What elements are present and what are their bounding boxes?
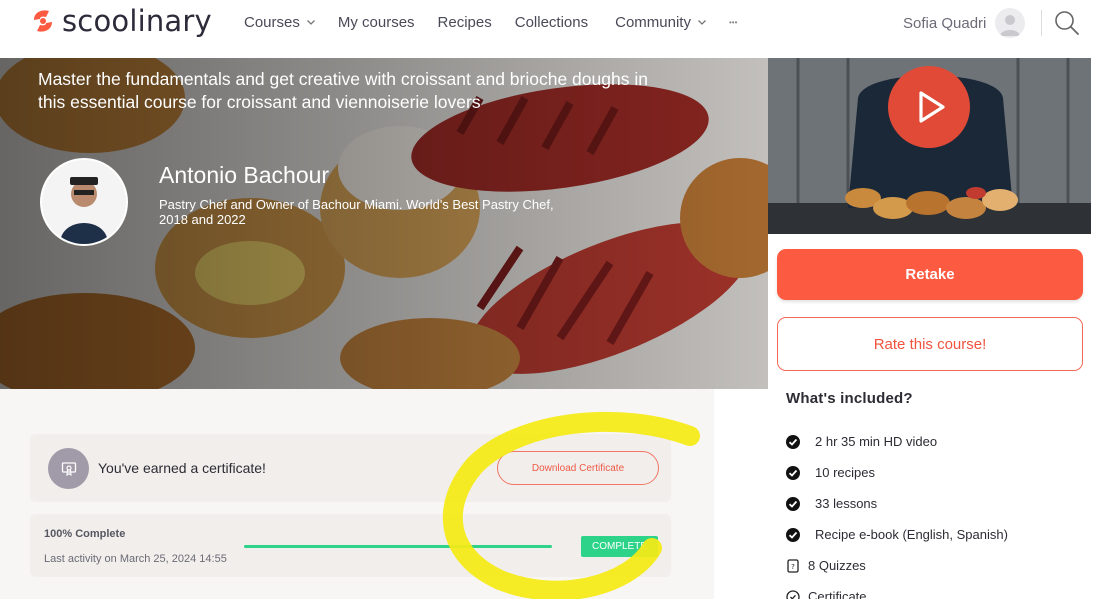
instructor-name[interactable]: Antonio Bachour [159,162,329,189]
top-nav-bar: scoolinary Courses My courses Recipes Co… [0,0,1113,58]
check-circle-icon [786,527,800,542]
user-icon [995,8,1026,38]
brand-name: scoolinary [62,4,212,38]
last-activity: Last activity on March 25, 2024 14:55 [44,553,227,565]
included-heading: What's included? [786,390,913,407]
course-video-preview[interactable] [768,58,1091,234]
nav-recipes-label: Recipes [437,13,492,31]
included-item: 33 lessons [785,488,1075,519]
included-item-label: Recipe e-book (English, Spanish) [815,527,1008,542]
instructor-avatar [40,158,128,246]
course-sidebar: Retake Rate this course! What's included… [768,234,1091,599]
download-certificate-button[interactable]: Download Certificate [497,451,659,485]
course-description: Master the fundamentals and get creative… [38,69,648,112]
header-divider [1041,10,1042,36]
quiz-icon: ? [787,558,799,573]
nav-more-button[interactable]: ••• [729,18,737,27]
nav-courses-label: Courses [244,13,300,31]
included-item-label: 10 recipes [815,465,875,480]
status-badge: COMPLETE [581,536,658,557]
search-icon[interactable] [1053,9,1081,37]
main-nav: Courses My courses Recipes Collections C… [244,13,737,31]
certificate-icon [786,589,800,599]
progress-card: 100% Complete Last activity on March 25,… [30,514,671,577]
rate-course-button[interactable]: Rate this course! [777,317,1083,371]
play-icon [919,91,945,123]
nav-courses[interactable]: Courses [244,14,316,31]
progress-bar [244,545,552,548]
certificate-card: You've earned a certificate! Download Ce… [30,434,671,502]
course-hero: Master the fundamentals and get creative… [0,58,768,389]
progress-bar-fill [244,545,552,548]
included-item-label: 8 Quizzes [808,558,866,573]
chevron-down-icon [306,20,315,25]
included-item: 10 recipes [785,457,1075,488]
included-item-label: 2 hr 35 min HD video [815,434,938,449]
included-item: Recipe e-book (English, Spanish) [785,519,1075,550]
brand-logo[interactable]: scoolinary [30,4,212,38]
included-item: Certificate [785,581,1075,599]
nav-collections[interactable]: Collections [515,14,588,31]
check-circle-icon [786,434,800,449]
chevron-down-icon [698,20,706,25]
nav-collections-label: Collections [514,13,589,31]
check-circle-icon [786,496,800,511]
progress-percent: 100% Complete [44,528,126,540]
nav-community-label: Community [615,13,691,31]
more-icon: ••• [728,17,738,27]
retake-button[interactable]: Retake [777,249,1083,300]
nav-community[interactable]: Community [615,14,707,31]
logo-icon [30,6,56,36]
included-list: 2 hr 35 min HD video 10 recipes 33 lesso… [785,426,1075,599]
play-button[interactable] [888,66,970,148]
certificate-message: You've earned a certificate! [98,460,266,476]
user-menu[interactable]: Sofia Quadri [903,8,1026,38]
included-item: ? 8 Quizzes [785,550,1075,581]
nav-my-courses[interactable]: My courses [338,14,415,31]
svg-text:?: ? [791,563,795,571]
included-item: 2 hr 35 min HD video [785,426,1075,457]
included-item-label: 33 lessons [815,496,878,511]
nav-my-courses-label: My courses [337,13,415,31]
user-name: Sofia Quadri [903,14,987,32]
nav-recipes[interactable]: Recipes [438,14,492,31]
instructor-bio: Pastry Chef and Owner of Bachour Miami. … [159,197,554,227]
included-item-label: Certificate [808,589,867,599]
check-circle-icon [786,465,800,480]
certificate-icon [48,448,89,489]
